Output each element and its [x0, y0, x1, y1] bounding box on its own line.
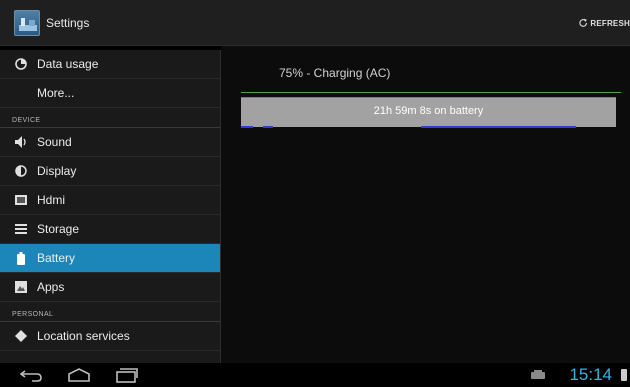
awake-segment	[263, 126, 273, 128]
sidebar-item-label: More...	[37, 86, 75, 100]
sidebar-item-label: Display	[37, 164, 77, 178]
home-icon[interactable]	[67, 367, 91, 383]
sidebar-item-label: Storage	[37, 222, 80, 236]
battery-status-text: 75% - Charging (AC)	[279, 66, 391, 80]
awake-segment	[241, 126, 253, 128]
speaker-icon	[14, 135, 28, 149]
sidebar-item-label: Battery	[37, 251, 76, 265]
battery-time-on-battery: 21h 59m 8s on battery	[373, 105, 484, 117]
refresh-label: REFRESH	[590, 18, 630, 28]
sidebar-item-label: Location services	[37, 329, 130, 343]
notification-icon[interactable]	[531, 370, 545, 380]
sidebar-item-label: Sound	[37, 135, 72, 149]
brightness-icon	[14, 164, 28, 178]
sidebar-item-apps[interactable]: Apps	[0, 273, 220, 302]
location-icon	[14, 329, 28, 343]
refresh-button[interactable]: REFRESH	[578, 12, 630, 34]
sidebar-item-storage[interactable]: Storage	[0, 215, 220, 244]
storage-icon	[14, 222, 28, 236]
data-usage-icon	[14, 57, 28, 71]
battery-history-graph[interactable]: 21h 59m 8s on battery	[241, 97, 616, 127]
sidebar-item-label: Hdmi	[37, 193, 66, 207]
battery-graph-level-line	[241, 92, 621, 93]
recent-apps-icon[interactable]	[115, 367, 139, 383]
status-battery-icon	[621, 369, 627, 381]
refresh-icon	[579, 18, 588, 27]
section-header-device: DEVICE	[0, 108, 220, 128]
apps-icon	[14, 280, 28, 294]
battery-detail-pane: 75% - Charging (AC) 21h 59m 8s on batter…	[221, 46, 630, 363]
settings-app-icon[interactable]	[14, 10, 40, 36]
app-title: Settings	[46, 16, 90, 30]
sidebar-item-more[interactable]: More...	[0, 79, 220, 108]
awake-segment	[421, 126, 576, 128]
sidebar-item-sound[interactable]: Sound	[0, 128, 220, 157]
sidebar-item-display[interactable]: Display	[0, 157, 220, 186]
section-header-personal: PERSONAL	[0, 302, 220, 322]
settings-sidebar: Data usage More... DEVICE Sound Display …	[0, 50, 220, 363]
sidebar-item-hdmi[interactable]: Hdmi	[0, 186, 220, 215]
back-icon[interactable]	[20, 367, 44, 383]
status-clock: 15:14	[569, 365, 612, 384]
sidebar-item-label: Data usage	[37, 57, 99, 71]
sidebar-item-battery[interactable]: Battery	[0, 244, 220, 273]
sidebar-item-data-usage[interactable]: Data usage	[0, 50, 220, 79]
hdmi-icon	[14, 193, 28, 207]
action-bar: Settings REFRESH	[0, 0, 630, 46]
sidebar-item-partial[interactable]	[0, 351, 220, 363]
sidebar-item-location-services[interactable]: Location services	[0, 322, 220, 351]
battery-icon	[14, 251, 28, 265]
sidebar-item-label: Apps	[37, 280, 65, 294]
system-nav-bar: 15:14	[0, 363, 630, 387]
